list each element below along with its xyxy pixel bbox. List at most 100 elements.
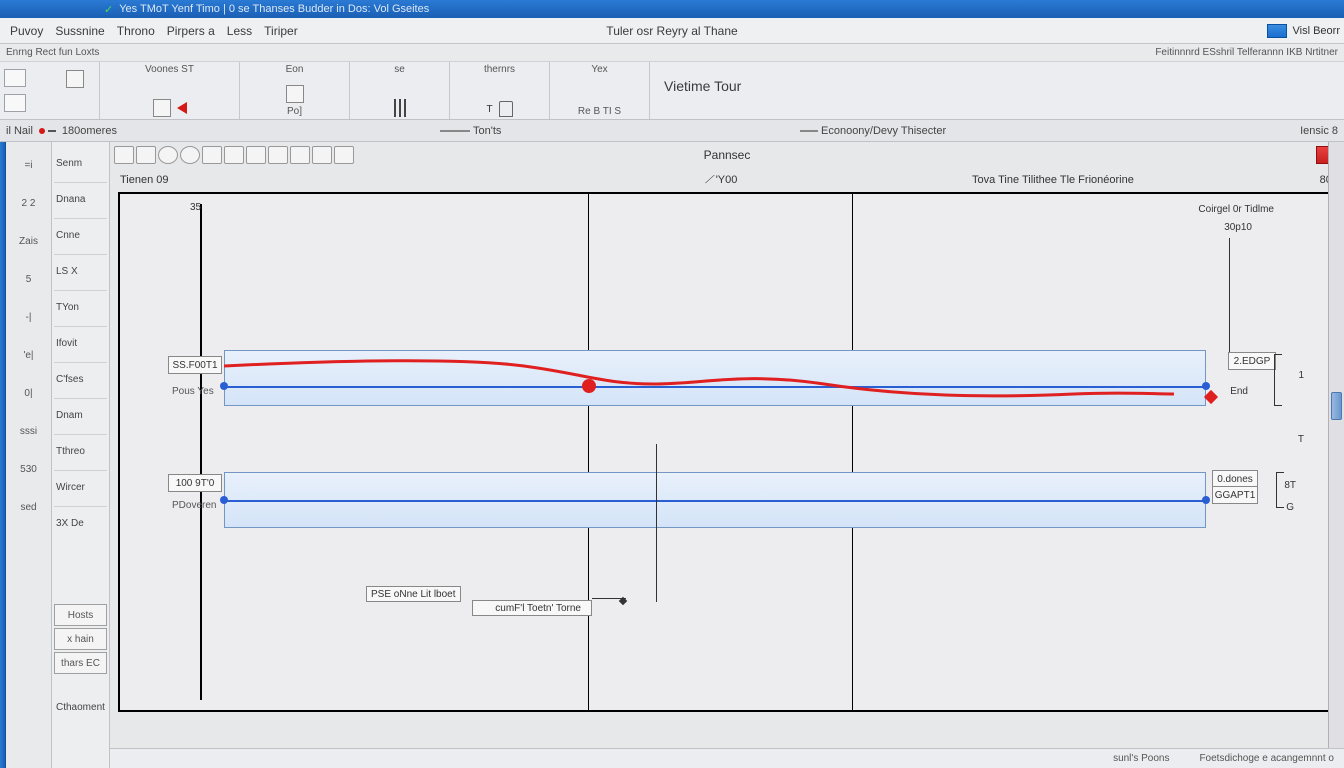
r-sub1: End xyxy=(1230,386,1248,397)
menu-item-3[interactable]: Pirpers a xyxy=(161,20,221,42)
doc-icon[interactable] xyxy=(66,70,84,88)
bracket-1 xyxy=(1274,354,1282,406)
lp-4[interactable]: -| xyxy=(8,300,49,334)
ctx-right: Iensic 8 xyxy=(1300,125,1338,137)
menu-bar: Puvoy Sussnine Throno Pirpers a Less Tir… xyxy=(0,18,1344,44)
ch-mid: ⟋'Y00 xyxy=(705,174,737,187)
side-col: Senm Dnana Cnne LS X TYon Ifovit C'fses … xyxy=(52,142,110,768)
ribbon-title: Vietime Tour xyxy=(664,64,741,94)
ribbon-group-5: Yex Re B TI S xyxy=(550,62,650,119)
sub-annot-1: PSE oNne Lit lboet xyxy=(366,586,461,602)
sc-2[interactable]: Cnne xyxy=(54,218,107,252)
title-bar: ✓ Yes TMoT Yenf Timo | 0 se Thanses Budd… xyxy=(0,0,1344,18)
conn-r1 xyxy=(1229,238,1230,356)
status-2: Foetsdichoge e acangemnnt o xyxy=(1199,753,1334,764)
right-val: 30p10 xyxy=(1224,222,1252,233)
sub-bar: Enrng Rect fun Loxts Feitinnnrd ESshril … xyxy=(0,44,1344,62)
settings-box-icon[interactable] xyxy=(286,85,304,103)
sc-4[interactable]: TYon xyxy=(54,290,107,324)
ch-right: Tova Tine Tilithee Tle Frionéorine xyxy=(972,174,1134,186)
ch-left: Tienen 09 xyxy=(120,174,169,186)
tab-btn-8[interactable] xyxy=(268,146,288,164)
sc-0[interactable]: Senm xyxy=(54,146,107,180)
ribbon: Voones ST Eon Po] se thernrs T Yex Re B … xyxy=(0,62,1344,120)
tab-title: Pannsec xyxy=(704,148,751,162)
r-t1: 1 xyxy=(1298,370,1304,381)
tiny-button-2[interactable] xyxy=(4,94,26,112)
ribbon-group-3: se xyxy=(350,62,450,119)
rg2-sub: Po] xyxy=(287,106,302,117)
lp-3[interactable]: 5 xyxy=(8,262,49,296)
play-box-icon[interactable] xyxy=(153,99,171,117)
menu-item-5[interactable]: Tiriper xyxy=(258,20,304,42)
menu-item-2[interactable]: Throno xyxy=(111,20,161,42)
ribbon-title-group: Vietime Tour xyxy=(650,62,1344,119)
lp-7[interactable]: sssi xyxy=(8,414,49,448)
rg5-label: Yex xyxy=(591,64,607,75)
sb-0[interactable]: Hosts xyxy=(54,604,107,626)
ribbon-left xyxy=(0,62,50,119)
lp-8[interactable]: 530 xyxy=(8,452,49,486)
lp-0[interactable]: =i xyxy=(8,148,49,182)
timeline-chart[interactable]: 35 SS.F00T1 Pous Yes 100 9T'0 PDoveren xyxy=(118,192,1336,712)
sc-last[interactable]: Cthaoment xyxy=(54,690,107,724)
rg3-label: se xyxy=(394,64,405,75)
sc-10[interactable]: 3X De xyxy=(54,506,107,540)
ribbon-group-2: Eon Po] xyxy=(240,62,350,119)
y-axis xyxy=(200,204,202,700)
node-2a[interactable] xyxy=(220,496,228,504)
sc-3[interactable]: LS X xyxy=(54,254,107,288)
ribbon-group-icon xyxy=(50,62,100,119)
lane2-box: 100 9T'0 xyxy=(168,474,222,492)
tab-btn-4[interactable] xyxy=(180,146,200,164)
menu-item-1[interactable]: Sussnine xyxy=(49,20,110,42)
red-end-node[interactable] xyxy=(1204,390,1218,404)
menu-right-label: Visl Beorr xyxy=(1293,25,1340,37)
context-bar: il Nail 180omeres Ton'ts Econoony/Devy T… xyxy=(0,120,1344,142)
left-props: =i 2 2 Zais 5 -| 'e| 0| sssi 530 sed xyxy=(6,142,52,768)
menu-center: Tuler osr Reyry al Thane xyxy=(606,24,737,38)
tab-btn-3[interactable] xyxy=(158,146,178,164)
sc-8[interactable]: Tthreo xyxy=(54,434,107,468)
sc-9[interactable]: Wircer xyxy=(54,470,107,504)
sb-2[interactable]: thars EC xyxy=(54,652,107,674)
bars-icon[interactable] xyxy=(394,99,406,117)
sc-7[interactable]: Dnam xyxy=(54,398,107,432)
sc-1[interactable]: Dnana xyxy=(54,182,107,216)
node-1b[interactable] xyxy=(1202,382,1210,390)
tab-btn-2[interactable] xyxy=(136,146,156,164)
tab-btn-10[interactable] xyxy=(312,146,332,164)
ctx-item-2[interactable] xyxy=(39,128,56,134)
lp-2[interactable]: Zais xyxy=(8,224,49,258)
sc-5[interactable]: Ifovit xyxy=(54,326,107,360)
ctx-item-2b: 180omeres xyxy=(62,125,117,137)
tab-btn-6[interactable] xyxy=(224,146,244,164)
ctx-mid: Ton'ts xyxy=(440,125,501,137)
tab-btn-1[interactable] xyxy=(114,146,134,164)
menu-right: Visl Beorr xyxy=(1267,24,1340,38)
lp-9[interactable]: sed xyxy=(8,490,49,524)
sc-6[interactable]: C'fses xyxy=(54,362,107,396)
rg5-sub: Re B TI S xyxy=(578,106,621,117)
play-left-icon[interactable] xyxy=(177,102,187,114)
r-box3: GGAPT1 xyxy=(1212,486,1258,504)
scrollbar-vertical[interactable] xyxy=(1328,142,1344,748)
sb-1[interactable]: x hain xyxy=(54,628,107,650)
ribbon-group-1: Voones ST xyxy=(100,62,240,119)
tab-btn-9[interactable] xyxy=(290,146,310,164)
tab-btn-7[interactable] xyxy=(246,146,266,164)
status-bar: sunl's Poons Foetsdichoge e acangemnnt o xyxy=(110,748,1344,768)
trash-icon[interactable] xyxy=(499,101,513,117)
tab-btn-11[interactable] xyxy=(334,146,354,164)
menu-item-4[interactable]: Less xyxy=(221,20,258,42)
lp-5[interactable]: 'e| xyxy=(8,338,49,372)
tiny-button-1[interactable] xyxy=(4,69,26,87)
scroll-thumb[interactable] xyxy=(1331,392,1342,420)
tab-btn-5[interactable] xyxy=(202,146,222,164)
menu-item-0[interactable]: Puvoy xyxy=(4,20,49,42)
lp-1[interactable]: 2 2 xyxy=(8,186,49,220)
workspace: =i 2 2 Zais 5 -| 'e| 0| sssi 530 sed Sen… xyxy=(0,142,1344,768)
node-2b[interactable] xyxy=(1202,496,1210,504)
title-text: Yes TMoT Yenf Timo | 0 se Thanses Budder… xyxy=(119,3,429,15)
lp-6[interactable]: 0| xyxy=(8,376,49,410)
